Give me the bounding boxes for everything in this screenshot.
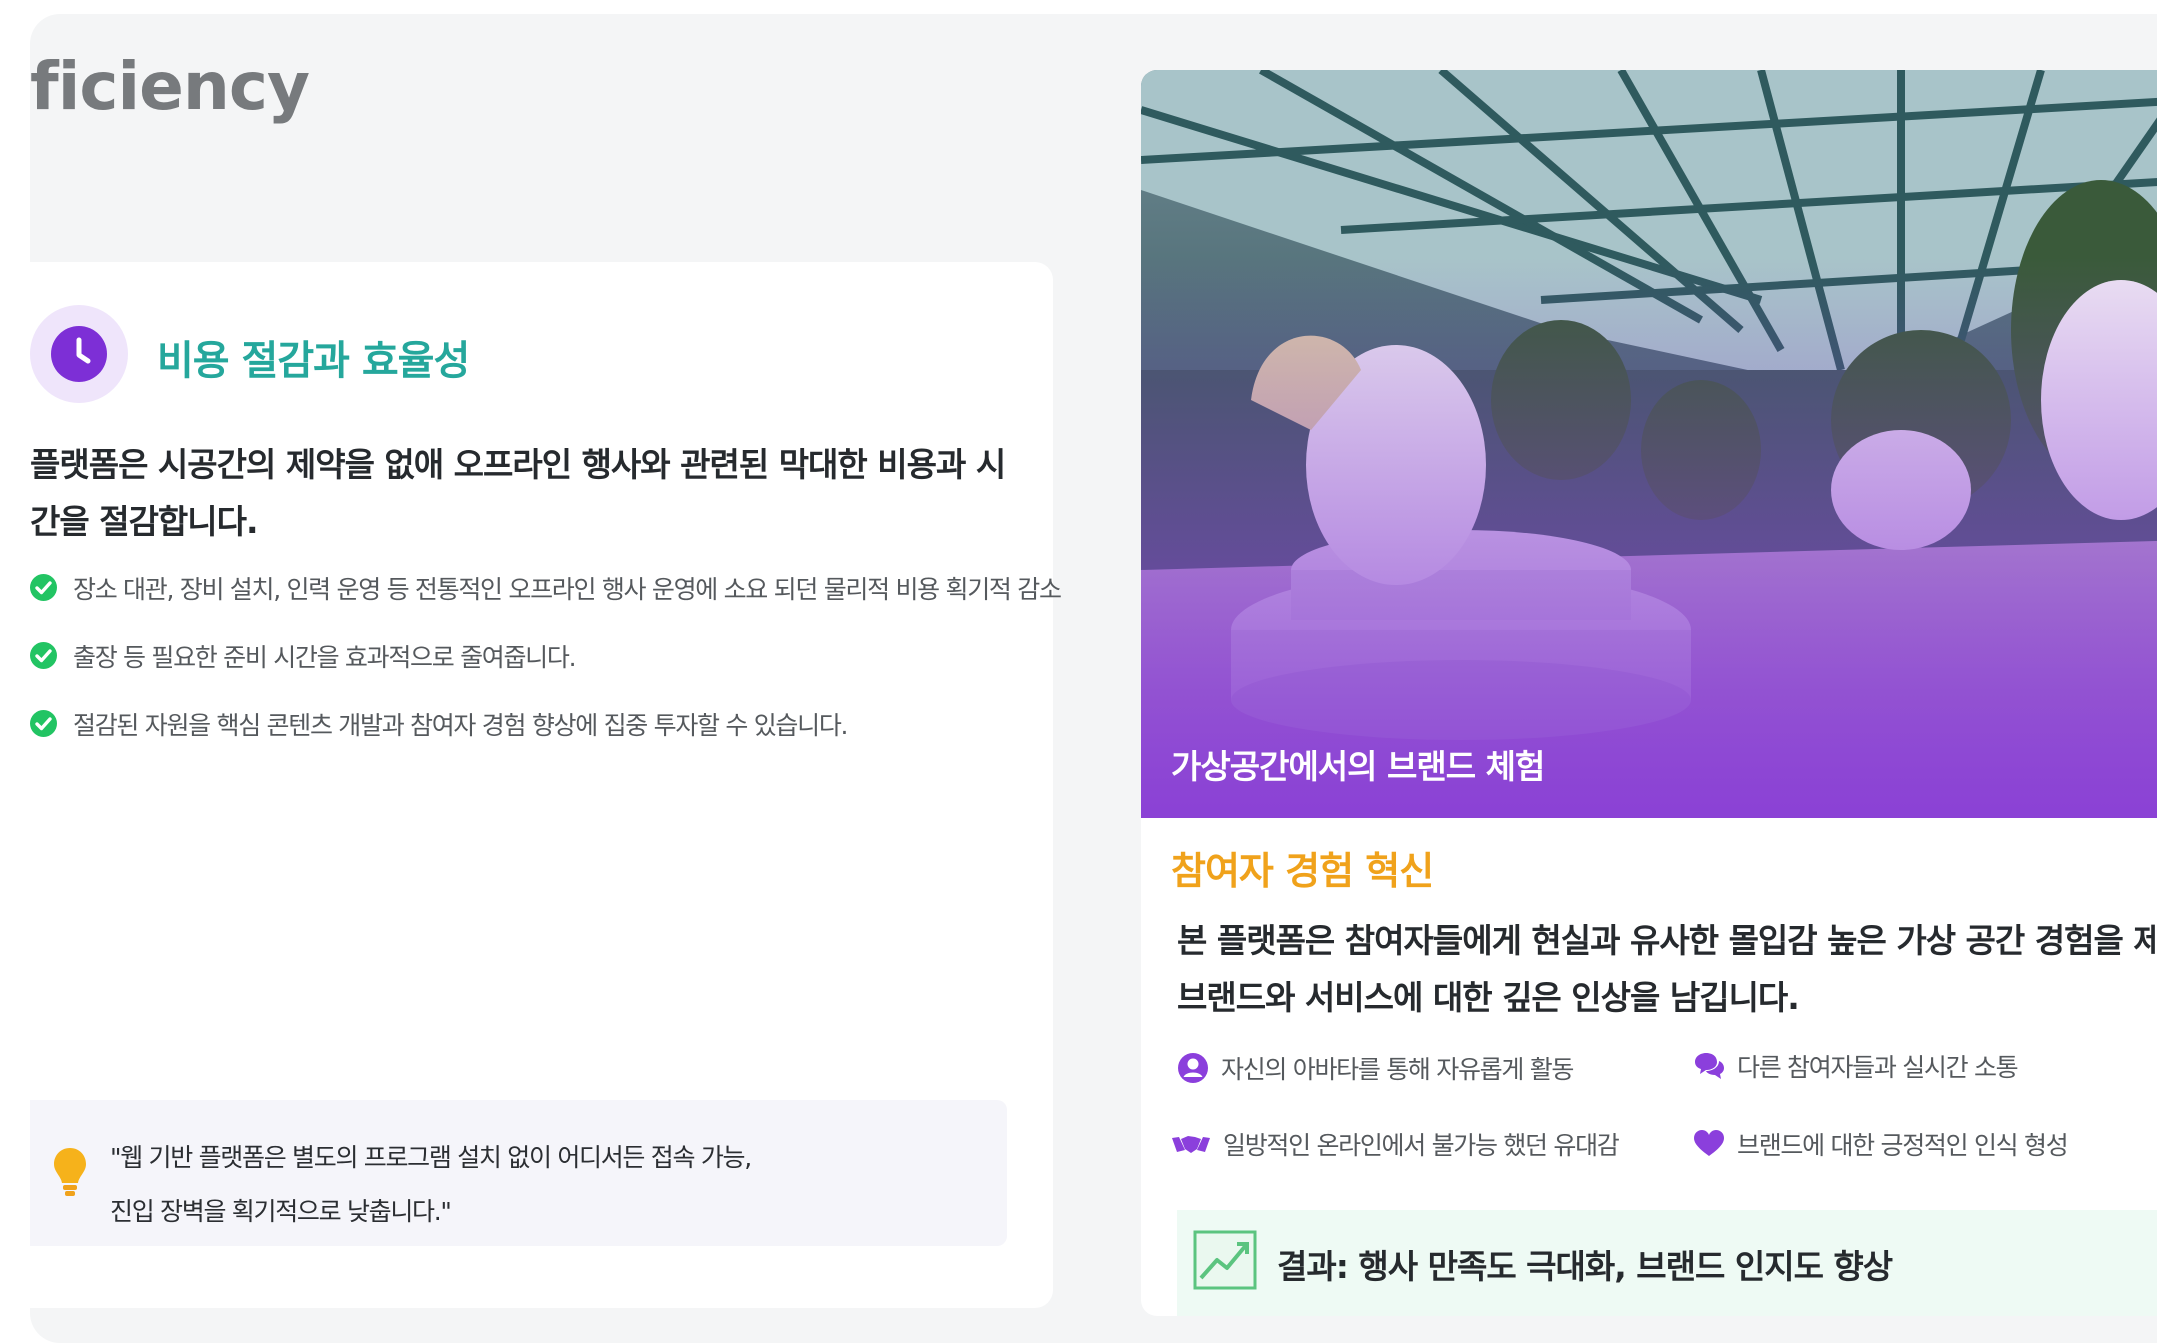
- photo-caption: 가상공간에서의 브랜드 체험: [1171, 747, 1545, 786]
- check-circle-icon: [30, 710, 57, 737]
- handshake-icon: [1172, 1136, 1210, 1153]
- quote-line-2: 진입 장벽을 획기적으로 낮춥니다.": [110, 1197, 452, 1226]
- card-title: 비용 절감과 효율성: [157, 338, 470, 384]
- list-item-text: 절감된 자원을 핵심 콘텐츠 개발과 참여자 경험 향상에 집중 투자할 수 있…: [73, 711, 848, 740]
- card-lead-text: 플랫폼은 시공간의 제약을 없애 오프라인 행사와 관련된 막대한 비용과 시간…: [30, 445, 1006, 541]
- description-line-2: 브랜드와 서비스에 대한 깊은 인상을 남깁니다.: [1177, 978, 1800, 1017]
- feature-text: 자신의 아바타를 통해 자유롭게 활동: [1221, 1055, 1574, 1084]
- check-circle-icon: [30, 574, 57, 601]
- description-line-1: 본 플랫폼은 참여자들에게 현실과 유사한 몰입감 높은 가상 공간 경험을 제…: [1177, 921, 2157, 960]
- feature-text: 브랜드에 대한 긍정적인 인식 형성: [1737, 1131, 2069, 1160]
- result-box: 결과: 행사 만족도 극대화, 브랜드 인지도 향상: [1177, 1210, 2157, 1316]
- trending-up-icon: [1193, 1230, 1257, 1290]
- clock-icon-badge: [30, 305, 128, 403]
- chat-bubbles-icon: [1695, 1053, 1724, 1079]
- virtual-space-photo: [1141, 70, 2157, 818]
- heart-icon: [1694, 1130, 1724, 1156]
- section-heading: ficiency: [30, 48, 310, 125]
- quote-box: "웹 기반 플랫폼은 별도의 프로그램 설치 없이 어디서든 접속 가능, 진입…: [30, 1100, 1007, 1246]
- card-description: 본 플랫폼은 참여자들에게 현실과 유사한 몰입감 높은 가상 공간 경험을 제…: [1177, 912, 2157, 1026]
- list-item-text: 장소 대관, 장비 설치, 인력 운영 등 전통적인 오프라인 행사 운영에 소…: [73, 575, 1062, 604]
- feature-text: 일방적인 온라인에서 불가능 했던 유대감: [1223, 1131, 1620, 1160]
- user-circle-icon: [1178, 1053, 1208, 1083]
- quote-line-1: "웹 기반 플랫폼은 별도의 프로그램 설치 없이 어디서든 접속 가능,: [110, 1143, 752, 1172]
- feature-text: 다른 참여자들과 실시간 소통: [1737, 1053, 2019, 1082]
- result-text: 결과: 행사 만족도 극대화, 브랜드 인지도 향상: [1277, 1247, 1893, 1286]
- list-item-text: 출장 등 필요한 준비 시간을 효과적으로 줄여줍니다.: [73, 643, 577, 672]
- lightbulb-icon: [54, 1148, 86, 1196]
- check-circle-icon: [30, 642, 57, 669]
- card-title: 참여자 경험 혁신: [1171, 849, 1434, 893]
- clock-icon: [51, 326, 107, 382]
- participant-experience-card: 가상공간에서의 브랜드 체험 참여자 경험 혁신 본 플랫폼은 참여자들에게 현…: [1141, 70, 2157, 1316]
